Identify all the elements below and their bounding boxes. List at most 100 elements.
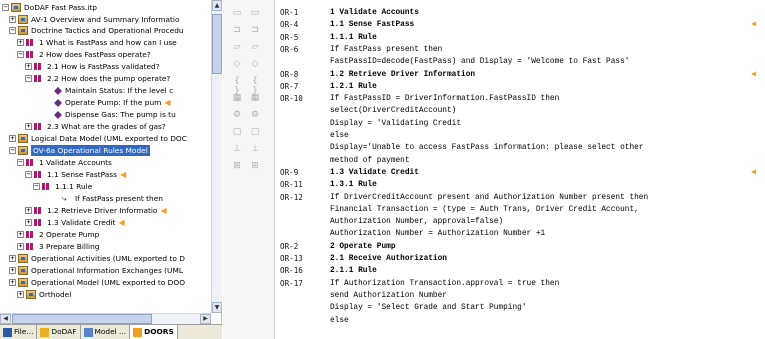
tree-node[interactable]: − 1 Validate Accounts xyxy=(17,157,112,168)
tree-node[interactable]: +1.2 Retrieve Driver Informatio ◀ xyxy=(25,205,167,216)
tab-dodaf[interactable]: DoDAF xyxy=(37,325,81,339)
tree-node[interactable]: + Operational Information Exchanges (UML xyxy=(9,265,183,276)
object-id[interactable]: OR-17 xyxy=(280,279,303,288)
collapse-icon[interactable]: − xyxy=(9,27,16,34)
requirement-heading[interactable]: 1.1.1 Rule xyxy=(330,33,760,43)
tab-file[interactable]: File... xyxy=(0,325,38,339)
requirement-text[interactable]: Authorization Number, approval=false) xyxy=(330,217,760,227)
link-indicator-icon[interactable]: ◀ xyxy=(751,70,756,80)
link-indicator-icon[interactable]: ◀ xyxy=(751,168,756,178)
copy-icon[interactable]: ▱ xyxy=(231,42,243,52)
requirement-text[interactable]: send Authorization Number xyxy=(330,291,760,301)
expand-icon[interactable]: + xyxy=(9,279,16,286)
expand-icon[interactable]: + xyxy=(9,16,16,23)
expand-icon[interactable]: + xyxy=(17,231,24,238)
object-id[interactable]: OR-11 xyxy=(280,180,303,189)
frame-icon[interactable]: ▢ xyxy=(249,127,261,137)
tree-node[interactable]: Operate Pump: If the pum ◀ xyxy=(45,97,171,108)
tree-node[interactable]: + Operational Model (UML exported to DOO xyxy=(9,277,185,288)
tree-node[interactable]: +1 What is FastPass and how can I use xyxy=(17,37,177,48)
hscroll-thumb[interactable] xyxy=(12,314,152,324)
expand-icon[interactable]: + xyxy=(25,207,32,214)
doc-icon[interactable]: ▭ xyxy=(249,8,261,18)
requirement-text[interactable]: method of payment xyxy=(330,156,760,166)
tab-model[interactable]: Model ... xyxy=(80,325,131,339)
expand-icon[interactable]: + xyxy=(17,291,24,298)
tree-node[interactable]: − Doctrine Tactics and Operational Proced… xyxy=(9,25,184,36)
tree-horizontal-scrollbar[interactable]: ◀ ▶ xyxy=(0,313,211,324)
tree-node[interactable]: + AV-1 Overview and Summary Informatio xyxy=(9,14,179,25)
expand-icon[interactable]: + xyxy=(9,135,16,142)
tree-node[interactable]: + Orthodel xyxy=(17,289,71,300)
requirement-text[interactable]: If Authorization Transaction.approval = … xyxy=(330,279,760,289)
tree-node[interactable]: − 1.1.1 Rule xyxy=(33,181,92,192)
table-icon[interactable]: ⊞ xyxy=(231,161,243,171)
settings-icon[interactable]: ⚙ xyxy=(249,110,261,120)
requirement-text[interactable]: select(DriverCreditAccount) xyxy=(330,106,760,116)
requirement-text[interactable]: Display = 'Select Grade and Start Pumpin… xyxy=(330,303,760,313)
table-icon[interactable]: ⊞ xyxy=(249,161,261,171)
tree-vertical-scrollbar[interactable]: ▲ ▼ xyxy=(211,0,222,313)
settings-icon[interactable]: ⚙ xyxy=(231,110,243,120)
expand-icon[interactable]: + xyxy=(9,255,16,262)
tree-node[interactable]: − 2.2 How does the pump operate? xyxy=(25,73,170,84)
expand-icon[interactable]: + xyxy=(25,219,32,226)
split-icon[interactable]: ⊥ xyxy=(231,144,243,154)
link-icon[interactable]: ⊐ xyxy=(231,25,243,35)
tree-node[interactable]: +1.3 Validate Credit ◀ xyxy=(25,217,125,228)
collapse-icon[interactable]: − xyxy=(2,4,9,11)
move-icon[interactable]: ◇ xyxy=(249,59,261,69)
grid-icon[interactable]: ▦ xyxy=(231,93,243,103)
copy-icon[interactable]: ▱ xyxy=(249,42,261,52)
object-id[interactable]: OR-9 xyxy=(280,168,298,177)
requirement-text[interactable]: If FastPassID = DriverInformation.FastPa… xyxy=(330,94,760,104)
link-icon[interactable]: ⊐ xyxy=(249,25,261,35)
expand-icon[interactable]: + xyxy=(17,243,24,250)
tree-node[interactable]: ⤷ If FastPass present then xyxy=(53,193,163,204)
link-indicator-icon[interactable]: ◀ xyxy=(751,20,756,30)
tab-doors[interactable]: DOORS xyxy=(130,325,178,339)
object-id[interactable]: OR-4 xyxy=(280,20,298,29)
tree-node[interactable]: +2 Operate Pump xyxy=(17,229,99,240)
object-id[interactable]: OR-7 xyxy=(280,82,298,91)
object-id[interactable]: OR-12 xyxy=(280,193,303,202)
requirement-heading[interactable]: 1.2.1 Rule xyxy=(330,82,760,92)
tree-node[interactable]: +2.1 How is FastPass validated? xyxy=(25,61,160,72)
requirement-text[interactable]: else xyxy=(330,131,760,141)
expand-icon[interactable]: + xyxy=(17,39,24,46)
object-id[interactable]: OR-5 xyxy=(280,33,298,42)
requirement-text[interactable]: Display = 'Validating Credit xyxy=(330,119,760,129)
object-id[interactable]: OR-6 xyxy=(280,45,298,54)
grid-icon[interactable]: ▦ xyxy=(249,93,261,103)
expand-icon[interactable]: + xyxy=(25,63,32,70)
tree-node[interactable]: + Logical Data Model (UML exported to DOC xyxy=(9,133,187,144)
scroll-right-button[interactable]: ▶ xyxy=(200,314,211,324)
tree-node[interactable]: Dispense Gas: The pump is tu xyxy=(45,109,176,120)
tree-node[interactable]: +2.3 What are the grades of gas? xyxy=(25,121,166,132)
collapse-icon[interactable]: − xyxy=(25,171,32,178)
tree-node[interactable]: + Operational Activities (UML exported to… xyxy=(9,253,185,264)
object-id[interactable]: OR-16 xyxy=(280,266,303,275)
requirement-heading[interactable]: 2 Operate Pump xyxy=(330,242,760,252)
scroll-left-button[interactable]: ◀ xyxy=(0,314,11,324)
scroll-thumb[interactable] xyxy=(212,14,222,74)
requirement-text[interactable]: Authorization Number = Authorization Num… xyxy=(330,229,760,239)
collapse-icon[interactable]: − xyxy=(17,159,24,166)
object-id[interactable]: OR-8 xyxy=(280,70,298,79)
object-id[interactable]: OR-2 xyxy=(280,242,298,251)
collapse-icon[interactable]: − xyxy=(9,147,16,154)
move-icon[interactable]: ◇ xyxy=(231,59,243,69)
requirement-text[interactable]: Display='Unable to access FastPass infor… xyxy=(330,143,760,153)
tree-node[interactable]: − 2 How does FastPass operate? xyxy=(17,49,151,60)
scroll-down-button[interactable]: ▼ xyxy=(212,302,222,313)
tree-node[interactable]: Maintain Status: If the level c xyxy=(45,85,173,96)
collapse-icon[interactable]: − xyxy=(33,183,40,190)
tree-node[interactable]: − 1.1 Sense FastPass ◀ xyxy=(25,169,126,180)
tree-node[interactable]: − OV-6a Operational Rules Model xyxy=(9,145,150,156)
object-id[interactable]: OR-1 xyxy=(280,8,298,17)
collapse-icon[interactable]: − xyxy=(25,75,32,82)
expand-icon[interactable]: + xyxy=(9,267,16,274)
requirement-heading[interactable]: 1.1 Sense FastPass ◀ xyxy=(330,20,760,30)
frame-icon[interactable]: ▢ xyxy=(231,127,243,137)
requirement-heading[interactable]: 1.2 Retrieve Driver Information ◀ xyxy=(330,70,760,80)
